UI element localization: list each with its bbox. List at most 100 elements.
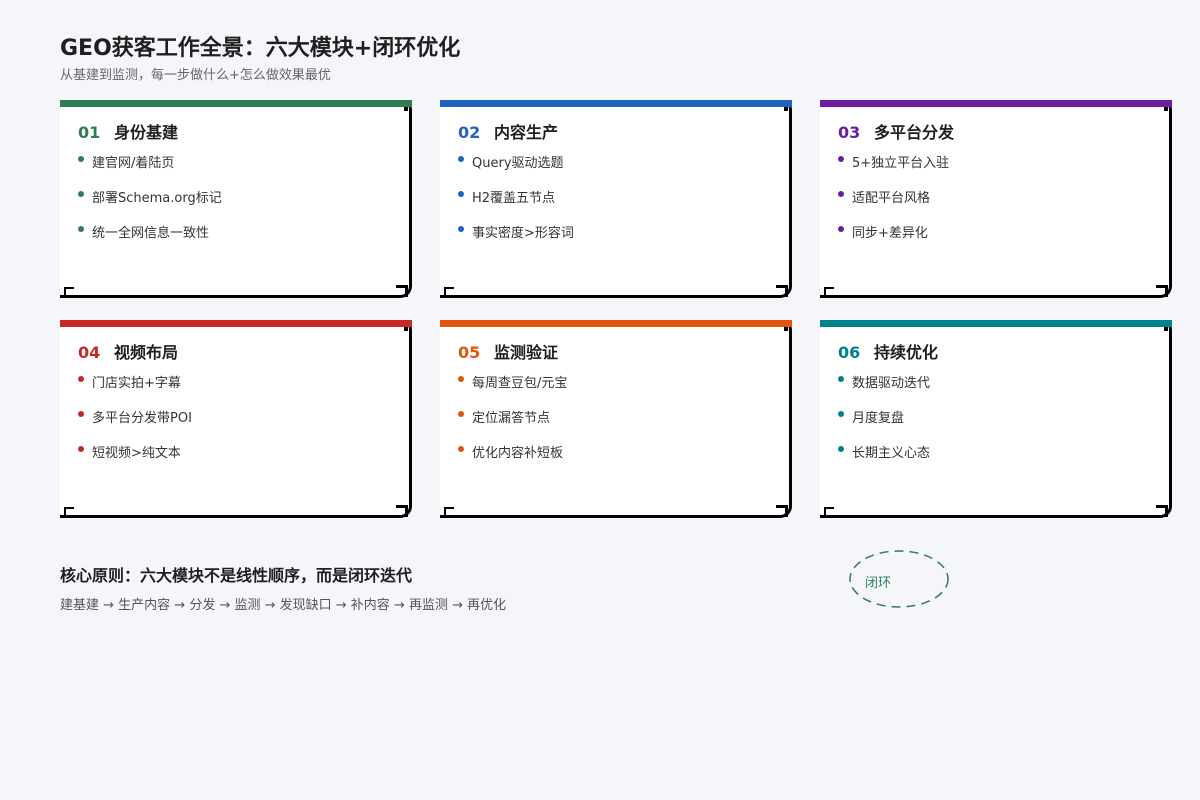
module-header: 02 内容生产 [458,119,558,143]
module-item: 定位漏答节点 [458,407,567,442]
module-item-text: 部署Schema.org标记 [92,191,222,206]
module-item: 长期主义心态 [838,442,930,477]
module-item-text: 统一全网信息一致性 [92,226,210,241]
module-item: 每周查豆包/元宝 [458,372,567,407]
module-header: 05 监测验证 [458,339,558,363]
module-item: 建官网/着陆页 [78,152,222,187]
module-card-content: 02 内容生产 Query驱动选题 H2覆盖五节点 事实密度>形容词 [440,100,792,298]
bullet-dot-icon [458,226,464,232]
module-card-optimization: 06 持续优化 数据驱动迭代 月度复盘 长期主义心态 [820,320,1172,518]
module-item-text: H2覆盖五节点 [472,191,556,206]
corner-mark [776,285,788,297]
module-header: 04 视频布局 [78,339,178,363]
corner-mark [404,107,408,111]
page-subtitle: 从基建到监测，每一步做什么+怎么做效果最优 [60,68,331,83]
module-header: 06 持续优化 [838,339,938,363]
core-principle-heading: 核心原则：六大模块不是线性顺序，而是闭环迭代 [60,566,413,585]
module-item-list: 数据驱动迭代 月度复盘 长期主义心态 [838,372,930,477]
bullet-dot-icon [78,411,84,417]
module-color-bar [60,100,412,107]
corner-mark [444,507,454,517]
corner-mark [1156,505,1168,517]
module-item-text: 5+独立平台入驻 [852,156,950,171]
module-color-bar [60,320,412,327]
module-item-text: 优化内容补短板 [472,446,564,461]
bullet-dot-icon [458,411,464,417]
module-header: 03 多平台分发 [838,119,954,143]
corner-mark [824,287,834,297]
corner-mark [776,505,788,517]
module-item-text: 门店实拍+字幕 [92,376,181,391]
module-item-list: 5+独立平台入驻 适配平台风格 同步+差异化 [838,152,949,257]
page-title: GEO获客工作全景：六大模块+闭环优化 [60,36,461,61]
corner-mark [1156,285,1168,297]
bullet-dot-icon [838,411,844,417]
module-item-text: 适配平台风格 [852,191,931,206]
corner-mark [784,107,788,111]
module-header: 01 身份基建 [78,119,178,143]
module-number: 02 [458,123,481,142]
corner-mark [396,285,408,297]
corner-mark [396,505,408,517]
module-card-monitoring: 05 监测验证 每周查豆包/元宝 定位漏答节点 优化内容补短板 [440,320,792,518]
module-item-list: 门店实拍+字幕 多平台分发带POI 短视频>纯文本 [78,372,192,477]
module-title: 身份基建 [114,123,179,142]
module-item-text: 数据驱动迭代 [852,376,931,391]
module-number: 06 [838,343,861,362]
module-item-list: 每周查豆包/元宝 定位漏答节点 优化内容补短板 [458,372,567,477]
bullet-dot-icon [458,156,464,162]
module-item-list: 建官网/着陆页 部署Schema.org标记 统一全网信息一致性 [78,152,222,257]
loop-ellipse-icon [849,550,949,608]
module-number: 03 [838,123,861,142]
bullet-dot-icon [78,226,84,232]
module-item: 适配平台风格 [838,187,949,222]
module-number: 01 [78,123,101,142]
module-item-text: 同步+差异化 [852,226,928,241]
module-title: 内容生产 [494,123,559,142]
module-item-text: 长期主义心态 [852,446,931,461]
module-item-text: 每周查豆包/元宝 [472,376,568,391]
module-item: H2覆盖五节点 [458,187,574,222]
bullet-dot-icon [838,226,844,232]
module-title: 多平台分发 [874,123,955,142]
loop-flow-text: 建基建 → 生产内容 → 分发 → 监测 → 发现缺口 → 补内容 → 再监测 … [60,598,507,613]
module-item-text: 多平台分发带POI [92,411,192,426]
module-item-list: Query驱动选题 H2覆盖五节点 事实密度>形容词 [458,152,574,257]
bullet-dot-icon [78,446,84,452]
module-title: 视频布局 [114,343,179,362]
module-item-text: 事实密度>形容词 [472,226,574,241]
module-item: Query驱动选题 [458,152,574,187]
bullet-dot-icon [458,446,464,452]
module-item: 同步+差异化 [838,222,949,257]
module-item-text: 月度复盘 [852,411,905,426]
module-color-bar [440,100,792,107]
module-item: 优化内容补短板 [458,442,567,477]
module-item-text: 短视频>纯文本 [92,446,181,461]
corner-mark [784,327,788,331]
bullet-dot-icon [838,446,844,452]
bullet-dot-icon [838,376,844,382]
module-item-text: 建官网/着陆页 [92,156,175,171]
module-item: 短视频>纯文本 [78,442,192,477]
bullet-dot-icon [838,156,844,162]
module-card-distribution: 03 多平台分发 5+独立平台入驻 适配平台风格 同步+差异化 [820,100,1172,298]
bullet-dot-icon [458,191,464,197]
module-title: 监测验证 [494,343,559,362]
module-color-bar [820,100,1172,107]
module-item: 月度复盘 [838,407,930,442]
bullet-dot-icon [458,376,464,382]
module-color-bar [440,320,792,327]
loop-label: 闭环 [865,576,892,591]
corner-mark [64,507,74,517]
module-number: 04 [78,343,101,362]
module-item: 统一全网信息一致性 [78,222,222,257]
bullet-dot-icon [838,191,844,197]
module-item: 5+独立平台入驻 [838,152,949,187]
bullet-dot-icon [78,376,84,382]
module-item: 部署Schema.org标记 [78,187,222,222]
module-color-bar [820,320,1172,327]
module-item: 数据驱动迭代 [838,372,930,407]
module-item: 多平台分发带POI [78,407,192,442]
corner-mark [64,287,74,297]
corner-mark [1164,107,1168,111]
